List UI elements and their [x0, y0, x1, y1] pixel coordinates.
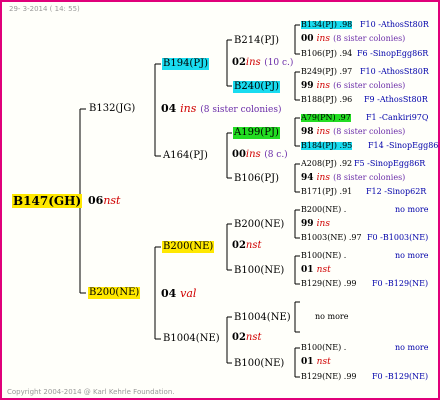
- g2-node-2-year: 00ins (8 c.): [232, 149, 288, 160]
- g3-node-3[interactable]: A199(PJ): [233, 127, 280, 139]
- g4-6-bottom[interactable]: B129(NE) .99: [301, 280, 357, 288]
- g4-1-top[interactable]: B134(PJ) .98: [301, 21, 353, 29]
- g4-4-top[interactable]: A208(PJ) .92: [301, 160, 352, 168]
- g4-2-top-info: F10 -AthosSt80R: [360, 67, 429, 76]
- g4-3-top[interactable]: A79(PN) .97: [301, 114, 351, 122]
- g3-node-4[interactable]: B106(PJ): [233, 173, 280, 185]
- g4-2-top[interactable]: B249(PJ) .97: [301, 68, 352, 76]
- g4-8-top-info: no more: [395, 343, 429, 352]
- g2-node-1[interactable]: B194(PJ): [162, 58, 209, 70]
- g4-3-bottom[interactable]: B184(PJ) .95: [301, 142, 353, 150]
- g4-8-year: 01 nst: [301, 357, 331, 367]
- g1-sire[interactable]: B132(JG): [88, 103, 136, 115]
- g4-5-top-info: no more: [395, 205, 429, 214]
- g4-4-bottom[interactable]: B171(PJ) .91: [301, 188, 352, 196]
- g4-5-year: 99 ins: [301, 219, 330, 229]
- g4-3-year: 98 ins (8 sister colonies): [301, 127, 406, 137]
- g4-6-year: 01 nst: [301, 265, 331, 275]
- g2-node-1-year: 02ins (10 c.): [232, 57, 294, 68]
- pedigree-frame: 29- 3-2014 ( 14: 55) B147(GH) 06nst B132…: [0, 0, 440, 400]
- g1-dam-year: 04 val: [161, 287, 197, 300]
- g1-dam[interactable]: B200(NE): [88, 287, 141, 299]
- g2-node-4-year: 02nst: [232, 332, 262, 343]
- g3-node-5[interactable]: B200(NE): [233, 219, 285, 231]
- g2-node-3-year: 02nst: [232, 240, 262, 251]
- g2-node-2[interactable]: A164(PJ): [162, 150, 209, 162]
- g4-2-year: 99 ins (6 sister colonies): [301, 81, 406, 91]
- g4-2-bottom[interactable]: B188(PJ) .96: [301, 96, 352, 104]
- g4-1-year: 00 ins (8 sister colonies): [301, 34, 406, 44]
- g2-node-4[interactable]: B1004(NE): [162, 333, 221, 345]
- g4-6-bottom-info: F0 -B129(NE): [372, 279, 429, 288]
- g4-5-bottom-info: F0 -B1003(NE): [367, 233, 429, 242]
- g3-node-8[interactable]: B100(NE): [233, 358, 285, 370]
- g4-4-year: 94 ins (8 sister colonies): [301, 173, 406, 183]
- g4-3-bottom-info: F14 -SinopEgg86R: [368, 141, 440, 150]
- g4-7-single: no more: [315, 312, 349, 321]
- g4-8-bottom[interactable]: B129(NE) .99: [301, 373, 357, 381]
- g3-node-2[interactable]: B240(PJ): [233, 81, 280, 93]
- g4-3-top-info: F1 -Cankiri97Q: [366, 113, 429, 122]
- g4-2-bottom-info: F9 -AthosSt80R: [364, 95, 428, 104]
- g4-6-top[interactable]: B100(NE) .: [301, 252, 346, 260]
- g3-node-7[interactable]: B1004(NE): [233, 312, 292, 324]
- g4-6-top-info: no more: [395, 251, 429, 260]
- g4-8-bottom-info: F0 -B129(NE): [372, 372, 429, 381]
- g4-4-top-info: F5 -SinopEgg86R: [354, 159, 426, 168]
- g4-1-bottom-info: F6 -SinopEgg86R: [357, 49, 429, 58]
- copyright-note: Copyright 2004-2014 @ Karl Kehrle Founda…: [7, 388, 175, 396]
- root-year: 06nst: [88, 194, 121, 207]
- g3-node-1[interactable]: B214(PJ): [233, 35, 280, 47]
- g3-node-6[interactable]: B100(NE): [233, 265, 285, 277]
- root-queen[interactable]: B147(GH): [12, 194, 83, 208]
- g4-4-bottom-info: F12 -Sinop62R: [366, 187, 427, 196]
- g1-sire-year: 04 ins (8 sister colonies): [161, 102, 282, 115]
- g4-8-top[interactable]: B100(NE) .: [301, 344, 346, 352]
- g2-node-3[interactable]: B200(NE): [162, 241, 215, 253]
- g4-5-bottom[interactable]: B1003(NE) .97: [301, 234, 362, 242]
- g4-1-bottom[interactable]: B106(PJ) .94: [301, 50, 352, 58]
- g4-1-top-info: F10 -AthosSt80R: [360, 20, 429, 29]
- g4-5-top[interactable]: B200(NE) .: [301, 206, 346, 214]
